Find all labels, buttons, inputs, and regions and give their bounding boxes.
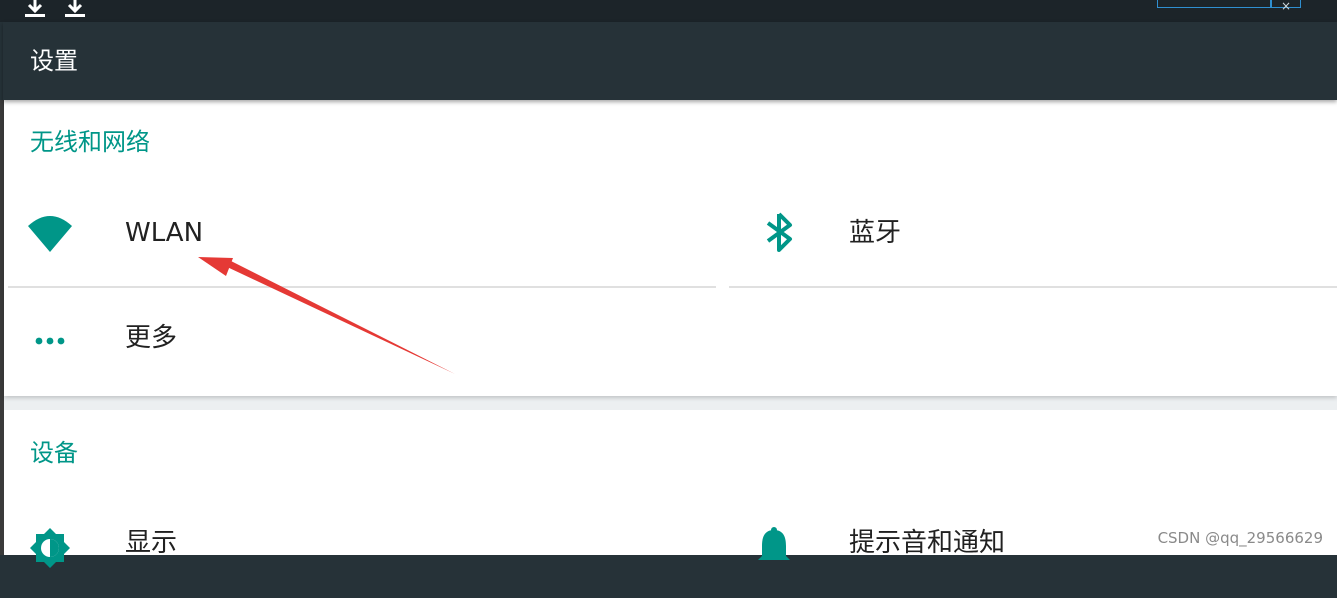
card-gap <box>4 396 1337 410</box>
tile-label: 蓝牙 <box>849 218 902 248</box>
tile-label: 更多 <box>125 323 178 353</box>
more-dots-icon <box>26 316 74 364</box>
watermark: CSDN @qq_29566629 <box>1157 529 1323 547</box>
wifi-icon <box>26 208 74 256</box>
page-title: 设置 <box>30 47 78 75</box>
tile-wlan[interactable]: WLAN <box>4 180 716 288</box>
divider <box>729 286 1337 288</box>
action-bar: 设置 <box>3 22 1337 100</box>
display-brightness-icon <box>26 526 74 574</box>
notification-bell-icon <box>750 524 798 572</box>
wireless-networks-card: 无线和网络 WLAN 蓝牙 更多 <box>4 100 1337 396</box>
status-bar: × <box>0 0 1337 22</box>
tile-label: 提示音和通知 <box>849 528 1006 558</box>
download-icon <box>24 0 46 18</box>
download-icon <box>64 0 86 18</box>
tile-bluetooth[interactable]: 蓝牙 <box>728 180 1337 288</box>
device-card: 设备 显示 提示音和通知 <box>4 410 1337 568</box>
tile-label: 显示 <box>125 528 178 558</box>
status-window-label[interactable] <box>1157 0 1271 8</box>
bluetooth-icon <box>750 208 798 256</box>
tile-label: WLAN <box>125 218 204 248</box>
tile-more[interactable]: 更多 <box>4 288 716 396</box>
status-close-button[interactable]: × <box>1271 0 1301 13</box>
tile-display[interactable]: 显示 <box>4 490 716 598</box>
section-header-device: 设备 <box>30 439 78 467</box>
section-header-wireless: 无线和网络 <box>30 128 150 156</box>
